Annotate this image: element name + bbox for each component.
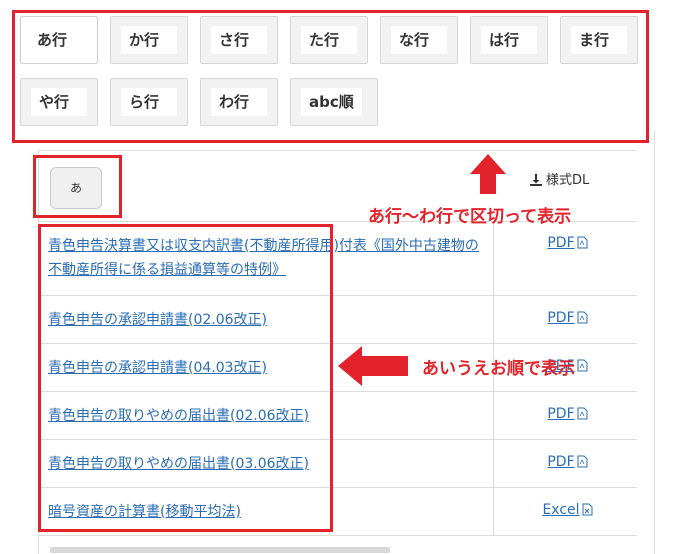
column-divider bbox=[493, 222, 494, 295]
file-link[interactable]: PDF bbox=[498, 235, 637, 251]
file-type-label: PDF bbox=[547, 310, 575, 326]
pdf-file-icon bbox=[577, 236, 588, 249]
annotation-tabs-note: あ行～わ行で区切って表示 bbox=[368, 207, 572, 227]
download-forms-link[interactable]: 様式DL bbox=[530, 169, 589, 188]
download-label: 様式DL bbox=[546, 173, 590, 188]
arrow-left-icon bbox=[338, 346, 408, 386]
annotation-box-tabs bbox=[12, 10, 649, 143]
column-divider bbox=[493, 296, 494, 343]
file-type-label: PDF bbox=[547, 406, 575, 422]
column-divider bbox=[493, 392, 494, 439]
file-type-label: PDF bbox=[547, 454, 575, 470]
pdf-file-icon bbox=[577, 407, 588, 420]
pdf-file-icon bbox=[577, 311, 588, 324]
panel-border bbox=[654, 130, 655, 554]
download-icon bbox=[530, 174, 542, 186]
file-link[interactable]: Excel bbox=[498, 502, 637, 518]
pdf-file-icon bbox=[577, 455, 588, 468]
file-link[interactable]: PDF bbox=[498, 406, 637, 422]
file-link[interactable]: PDF bbox=[498, 310, 637, 326]
file-type-label: Excel bbox=[542, 502, 580, 518]
file-link[interactable]: PDF bbox=[498, 454, 637, 470]
column-divider bbox=[493, 440, 494, 487]
file-type-label: PDF bbox=[547, 235, 575, 251]
excel-file-icon bbox=[582, 503, 593, 516]
pdf-file-icon bbox=[577, 359, 588, 372]
annotation-box-subindex bbox=[33, 155, 122, 218]
arrow-up-icon bbox=[470, 154, 506, 194]
annotation-list-note: あいうえお順で表示 bbox=[422, 359, 575, 379]
column-divider bbox=[493, 488, 494, 535]
next-row-partial bbox=[50, 547, 390, 553]
annotation-box-list bbox=[38, 224, 333, 532]
